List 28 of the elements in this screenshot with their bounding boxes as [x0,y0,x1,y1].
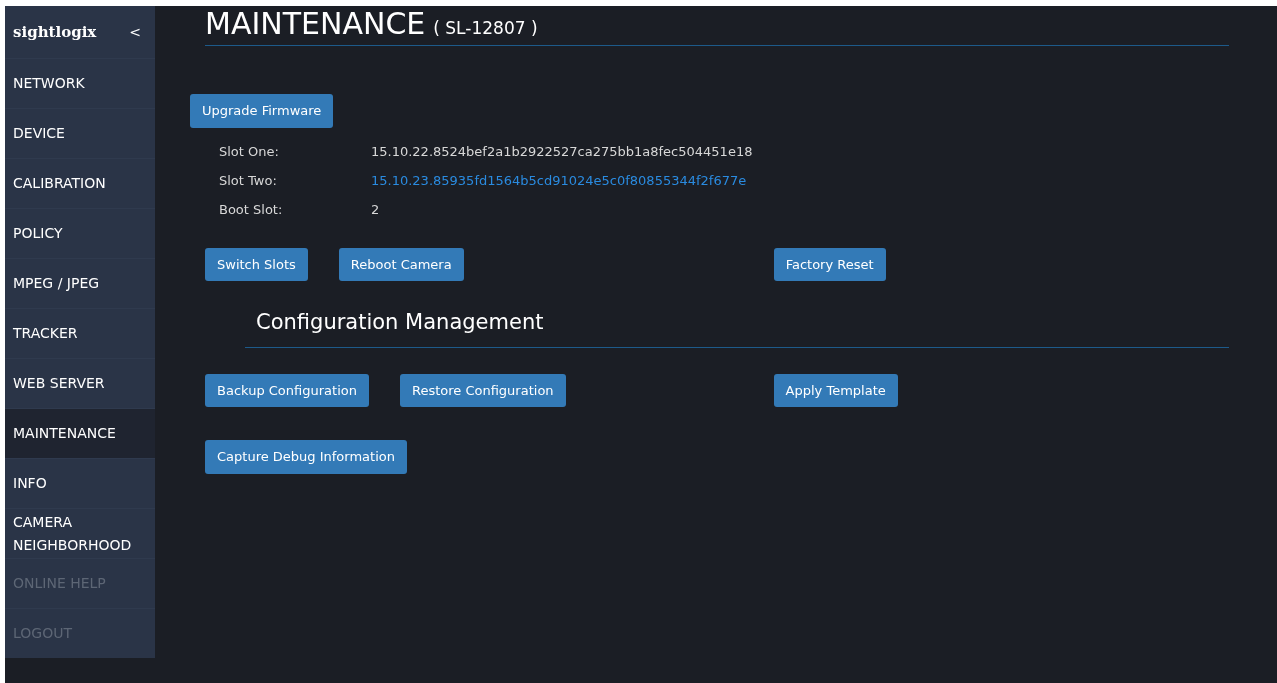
sidebar-item[interactable]: CALIBRATION [5,158,155,208]
brand-logo: sightlogix [13,21,97,43]
slot-value: 15.10.22.8524bef2a1b2922527ca275bb1a8fec504451e18 [371,142,753,161]
slot-value: 15.10.23.85935fd1564b5cd91024e5c0f80855344f2f677e [371,171,747,190]
action-button[interactable]: Restore Configuration [399,373,566,407]
page-title: MAINTENANCE [205,6,426,42]
slot-label: Boot Slot: [219,200,284,219]
slot-label: Slot One: [219,142,280,161]
action-button[interactable]: Factory Reset [773,247,886,281]
sidebar-item[interactable]: TRACKER [5,308,155,358]
action-button[interactable]: Backup Configuration [205,373,369,407]
collapse-toggle[interactable]: < [129,21,141,43]
sidebar-item[interactable]: NETWORK [5,58,155,108]
sidebar-item[interactable]: MPEG / JPEG [5,258,155,308]
sidebar-item[interactable]: POLICY [5,208,155,258]
sidebar-item[interactable]: DEVICE [5,108,155,158]
action-button[interactable]: Upgrade Firmware [190,94,334,128]
section-heading: Configuration Management [256,310,544,334]
sidebar-item[interactable]: INFO [5,458,155,508]
slot-label: Slot Two: [219,171,278,190]
action-button[interactable]: Capture Debug Information [205,440,407,474]
action-button[interactable]: Apply Template [773,373,898,407]
action-button[interactable]: Reboot Camera [338,247,464,281]
action-button[interactable]: Switch Slots [205,247,308,281]
device-id: ( SL-12807 ) [433,17,538,40]
slot-value: 2 [371,200,380,219]
sidebar-item[interactable]: MAINTENANCE [5,408,155,458]
sidebar-item[interactable]: CAMERA NEIGHBORHOOD [5,508,155,558]
